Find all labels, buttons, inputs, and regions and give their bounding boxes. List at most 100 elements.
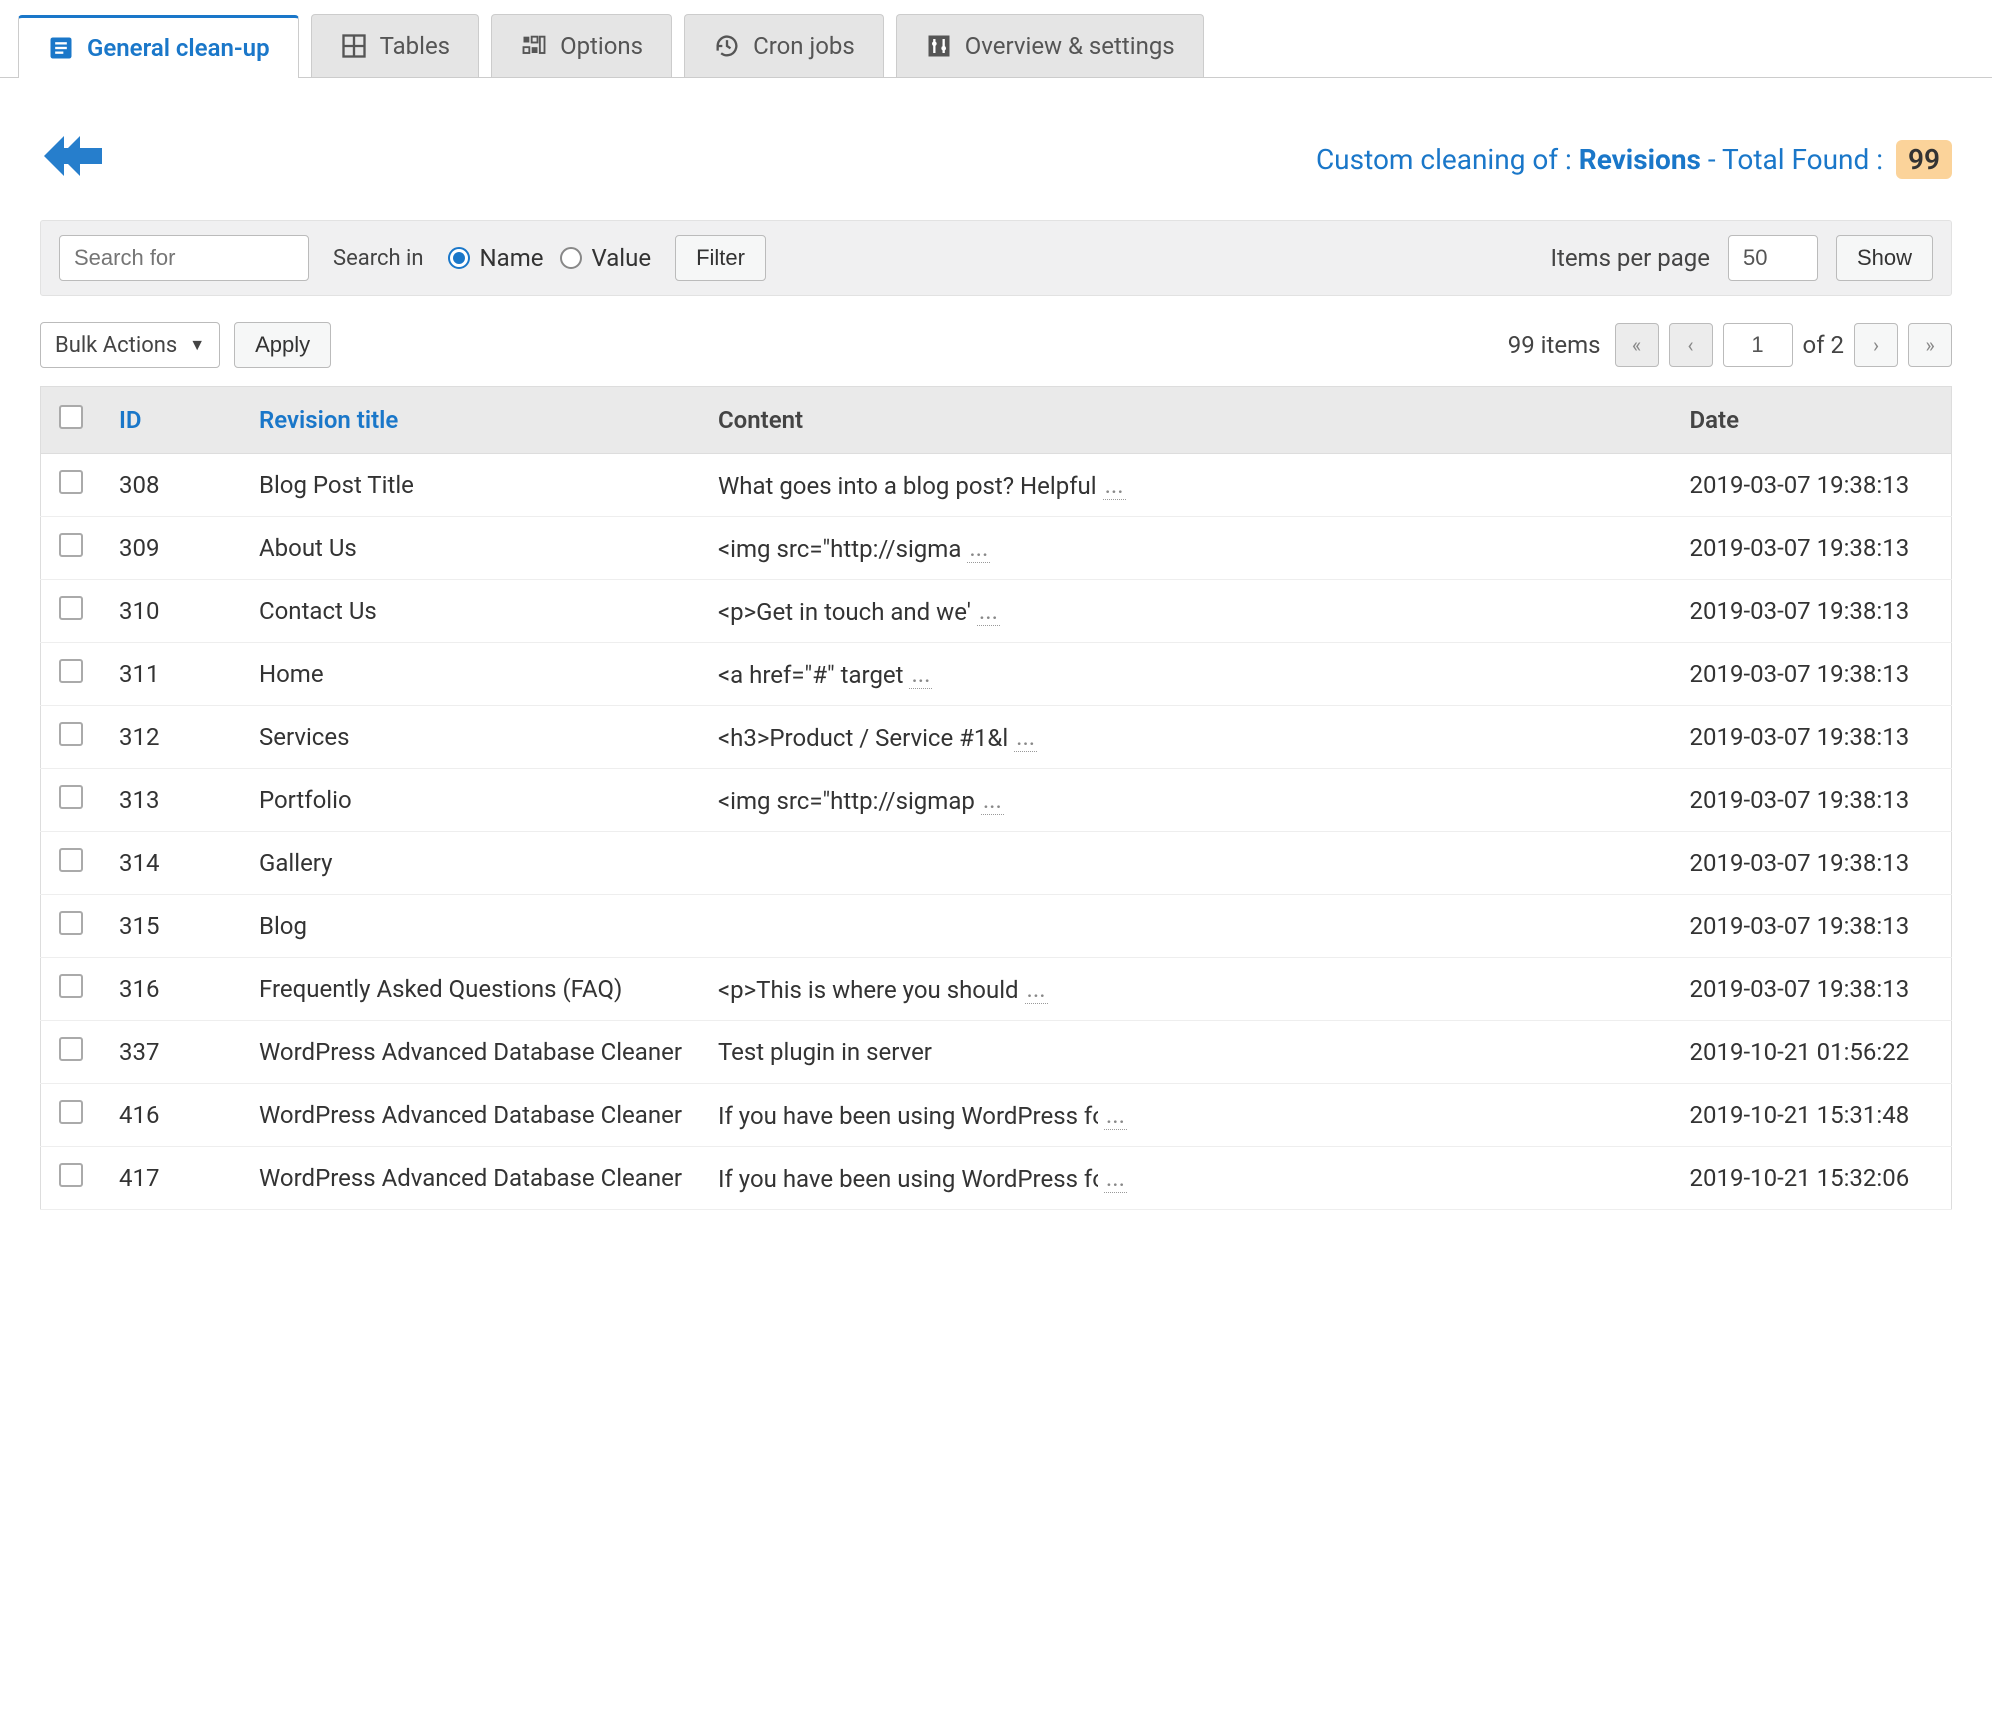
row-checkbox[interactable]: [59, 722, 83, 746]
tab-options[interactable]: Options: [491, 14, 672, 77]
cell-content: Test plugin in server: [718, 1038, 932, 1066]
ellipsis-icon[interactable]: ...: [967, 534, 990, 563]
column-title[interactable]: Revision title: [241, 387, 700, 454]
tab-label: Cron jobs: [753, 32, 855, 60]
cell-date: 2019-10-21 01:56:22: [1672, 1021, 1952, 1084]
cell-title: Home: [241, 643, 700, 706]
row-checkbox[interactable]: [59, 533, 83, 557]
cell-date: 2019-03-07 19:38:13: [1672, 706, 1952, 769]
tab-cron-jobs[interactable]: Cron jobs: [684, 14, 884, 77]
cell-id: 311: [101, 643, 241, 706]
ellipsis-icon[interactable]: ...: [1014, 723, 1037, 752]
show-button[interactable]: Show: [1836, 235, 1933, 281]
tab-tables[interactable]: Tables: [311, 14, 479, 77]
last-page-button[interactable]: »: [1908, 323, 1952, 367]
cell-content: <a href="#" target: [718, 661, 904, 689]
cell-date: 2019-10-21 15:31:48: [1672, 1084, 1952, 1147]
cell-date: 2019-03-07 19:38:13: [1672, 454, 1952, 517]
tab-label: Overview & settings: [965, 32, 1175, 60]
filter-bar: Search in Name Value Filter Items per pa…: [40, 220, 1952, 296]
cell-title: Blog Post Title: [241, 454, 700, 517]
page-heading: Custom cleaning of : Revisions - Total F…: [1316, 140, 1952, 179]
row-checkbox[interactable]: [59, 974, 83, 998]
cell-title: WordPress Advanced Database Cleaner: [241, 1084, 700, 1147]
row-checkbox[interactable]: [59, 1163, 83, 1187]
cell-content: If you have been using WordPress fo: [718, 1102, 1098, 1130]
row-checkbox[interactable]: [59, 1100, 83, 1124]
ellipsis-icon[interactable]: ...: [1103, 471, 1126, 500]
ellipsis-icon[interactable]: ...: [909, 660, 932, 689]
cell-content: <p>Get in touch and we': [718, 598, 971, 626]
checkbox-icon: [59, 405, 83, 429]
caret-down-icon: ▼: [189, 335, 205, 355]
search-input[interactable]: [59, 235, 309, 281]
document-icon: [47, 34, 75, 62]
row-checkbox[interactable]: [59, 1037, 83, 1061]
back-arrow-icon[interactable]: [40, 128, 106, 190]
cell-title: WordPress Advanced Database Cleaner: [241, 1147, 700, 1210]
cell-id: 417: [101, 1147, 241, 1210]
first-page-button[interactable]: «: [1615, 323, 1659, 367]
filter-button[interactable]: Filter: [675, 235, 766, 281]
tuner-icon: [925, 32, 953, 60]
row-checkbox[interactable]: [59, 785, 83, 809]
apply-button[interactable]: Apply: [234, 322, 331, 368]
cell-title: Portfolio: [241, 769, 700, 832]
total-count-badge: 99: [1896, 140, 1952, 179]
radio-value[interactable]: Value: [560, 244, 652, 272]
cell-title: WordPress Advanced Database Cleaner: [241, 1021, 700, 1084]
select-all-header[interactable]: [41, 387, 102, 454]
cell-id: 312: [101, 706, 241, 769]
tab-general-clean-up[interactable]: General clean-up: [18, 15, 299, 78]
cell-date: 2019-03-07 19:38:13: [1672, 832, 1952, 895]
cell-content: <p>This is where you should: [718, 976, 1019, 1004]
tab-label: General clean-up: [87, 34, 270, 62]
cell-title: Services: [241, 706, 700, 769]
search-in-label: Search in: [333, 246, 424, 271]
current-page-input[interactable]: [1723, 323, 1793, 367]
cell-title: About Us: [241, 517, 700, 580]
ellipsis-icon[interactable]: ...: [977, 597, 1000, 626]
row-checkbox[interactable]: [59, 470, 83, 494]
column-id[interactable]: ID: [101, 387, 241, 454]
search-in-radio-group: Name Value: [448, 244, 652, 272]
cell-id: 337: [101, 1021, 241, 1084]
cleaning-of-label: Custom cleaning of :: [1316, 143, 1572, 176]
table-row: 314Gallery2019-03-07 19:38:13: [41, 832, 1952, 895]
items-per-page-input[interactable]: [1728, 235, 1818, 281]
ellipsis-icon[interactable]: ...: [1104, 1164, 1127, 1193]
bulk-actions-select[interactable]: Bulk Actions ▼: [40, 322, 220, 368]
cell-id: 416: [101, 1084, 241, 1147]
cell-content: <h3>Product / Service #1&l: [718, 724, 1008, 752]
cell-id: 308: [101, 454, 241, 517]
next-page-button[interactable]: ›: [1854, 323, 1898, 367]
cell-title: Frequently Asked Questions (FAQ): [241, 958, 700, 1021]
cell-title: Contact Us: [241, 580, 700, 643]
prev-page-button[interactable]: ‹: [1669, 323, 1713, 367]
table-row: 315Blog2019-03-07 19:38:13: [41, 895, 1952, 958]
row-checkbox[interactable]: [59, 659, 83, 683]
revisions-table: ID Revision title Content Date 308Blog P…: [40, 386, 1952, 1210]
cell-date: 2019-03-07 19:38:13: [1672, 895, 1952, 958]
total-found-label: - Total Found :: [1708, 143, 1883, 176]
header-row: Custom cleaning of : Revisions - Total F…: [20, 78, 1972, 220]
ellipsis-icon[interactable]: ...: [1104, 1101, 1127, 1130]
radio-dot-icon: [560, 247, 582, 269]
ellipsis-icon[interactable]: ...: [1025, 975, 1048, 1004]
radio-name[interactable]: Name: [448, 244, 544, 272]
cell-id: 315: [101, 895, 241, 958]
cell-id: 314: [101, 832, 241, 895]
row-checkbox[interactable]: [59, 911, 83, 935]
cell-id: 313: [101, 769, 241, 832]
tab-overview-settings[interactable]: Overview & settings: [896, 14, 1204, 77]
table-row: 312Services <h3>Product / Service #1&l ..…: [41, 706, 1952, 769]
cell-date: 2019-03-07 19:38:13: [1672, 643, 1952, 706]
column-content: Content: [700, 387, 1672, 454]
grid-icon: [340, 32, 368, 60]
row-checkbox[interactable]: [59, 848, 83, 872]
cell-date: 2019-03-07 19:38:13: [1672, 958, 1952, 1021]
row-checkbox[interactable]: [59, 596, 83, 620]
tab-label: Options: [560, 32, 643, 60]
cell-date: 2019-03-07 19:38:13: [1672, 580, 1952, 643]
ellipsis-icon[interactable]: ...: [981, 786, 1004, 815]
